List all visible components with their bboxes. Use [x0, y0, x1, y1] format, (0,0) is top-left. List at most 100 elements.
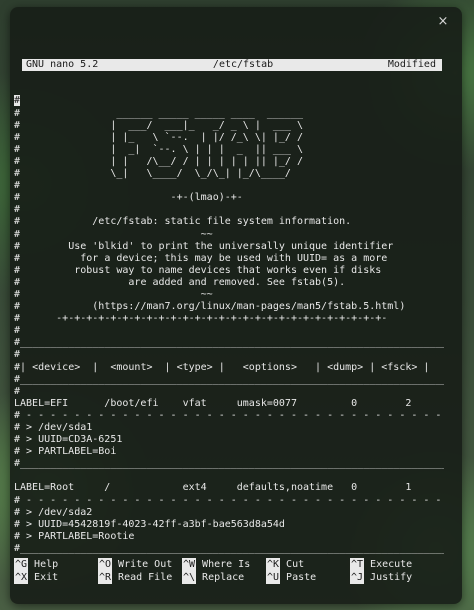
- shortcut-paste[interactable]: ^U Paste: [266, 571, 350, 584]
- text-line: # | |_ \ `--. | |/ /_\ \| |_/ /: [14, 132, 444, 144]
- text-line: # -+-+-+-+-+-+-+-+-+-+-+-+-+-+-+-+-+-+-+…: [14, 313, 444, 325]
- line-text: | <device> | <mount> | <type> | <options…: [20, 361, 430, 373]
- nano-version: GNU nano 5.2: [26, 59, 99, 71]
- shortcut-write-out[interactable]: ^O Write Out: [98, 558, 182, 571]
- fstab-entry-line: #_______________________________________…: [14, 458, 444, 470]
- text-line: # -+-(lmao)-+-: [14, 192, 444, 204]
- text-line: # ~~: [14, 289, 444, 301]
- shortcut-label: Write Out: [118, 559, 173, 570]
- line-text: for a device; this may be used with UUID…: [20, 252, 388, 264]
- shortcut-label: Cut: [286, 559, 305, 570]
- fstab-entry-line: # > UUID=CD3A-6251: [14, 434, 123, 446]
- line-text: are added and removed. See fstab(5).: [20, 276, 346, 288]
- shortcut-label: Where Is: [202, 559, 251, 570]
- line-text: ________________________________________…: [20, 373, 444, 385]
- shortcut-justify[interactable]: ^J Justify: [350, 571, 434, 584]
- line-text: ________________________________________…: [20, 337, 444, 349]
- fstab-entry-line: [14, 470, 444, 482]
- text-line: # for a device; this may be used with UU…: [14, 253, 444, 265]
- shortcut-key: ^O: [98, 558, 113, 571]
- shortcut-key: ^R: [98, 571, 113, 584]
- text-line: #_______________________________________…: [14, 337, 444, 349]
- fstab-entry-line: #_______________________________________…: [14, 542, 444, 554]
- shortcut-row: ^G Help ^O Write Out ^W Where Is ^K Cut ^T Execut…: [14, 558, 444, 571]
- text-line: # robust way to name devices that works …: [14, 265, 444, 277]
- shortcut-key: ^T: [350, 558, 365, 571]
- text-line: #: [14, 204, 444, 216]
- fstab-entry-line: # - - - - - - - - - - - - - - - - - - - …: [14, 494, 442, 506]
- file-content[interactable]: # # ______ _____ _____ ____ ______ # | ___…: [14, 95, 444, 567]
- text-line: #| <device> | <mount> | <type> | <option…: [14, 362, 444, 374]
- shortcut-replace[interactable]: ^\ Replace: [182, 571, 266, 584]
- text-line: # \_| \____/ \_/\_| |_/\____/: [14, 168, 444, 180]
- shortcut-key: ^U: [266, 571, 281, 584]
- comment-gutter: #: [14, 385, 21, 397]
- text-line: # Use 'blkid' to print the universally u…: [14, 241, 444, 253]
- line-text: ~~: [20, 228, 213, 240]
- text-line: #: [14, 386, 444, 398]
- line-text: (https://man7.org/linux/man-pages/man5/f…: [20, 301, 406, 313]
- text-line: # ______ _____ _____ ____ ______: [14, 108, 444, 120]
- nano-editor[interactable]: GNU nano 5.2 /etc/fstab Modified # # ____…: [14, 35, 444, 579]
- text-line: #_______________________________________…: [14, 374, 444, 386]
- line-text: robust way to name devices that works ev…: [20, 264, 382, 276]
- shortcut-where-is[interactable]: ^W Where Is: [182, 558, 266, 571]
- text-line: #: [14, 180, 444, 192]
- shortcut-label: Exit: [34, 572, 59, 583]
- line-text: | _| `--. \ | | | _ || ___ \: [20, 143, 303, 155]
- shortcut-key: ^J: [350, 571, 365, 584]
- shortcut-label: Paste: [286, 572, 317, 583]
- text-line: # (https://man7.org/linux/man-pages/man5…: [14, 301, 444, 313]
- text-line: # are added and removed. See fstab(5).: [14, 277, 444, 289]
- shortcut-exit[interactable]: ^X Exit: [14, 571, 98, 584]
- fstab-entry-line: # > /dev/sda2: [14, 506, 93, 518]
- shortcut-label: Replace: [202, 572, 245, 583]
- comment-gutter: #: [14, 325, 21, 337]
- shortcut-label: Execute: [370, 559, 413, 570]
- shortcut-cut[interactable]: ^K Cut: [266, 558, 350, 571]
- comment-gutter: #: [14, 95, 21, 107]
- fstab-entry-line: LABEL=EFI /boot/efi vfat umask=0077 0 2: [14, 397, 412, 409]
- window-titlebar[interactable]: ×: [10, 7, 462, 37]
- fstab-entry-line: # > /dev/sda1: [14, 422, 93, 433]
- fstab-entry-line: # > PARTLABEL=Boi: [14, 446, 117, 458]
- text-line: # | | /\__/ / | | | | | || |_/ /: [14, 156, 444, 168]
- shortcut-row: ^X Exit ^R Read File ^\ Replace ^U Paste ^J Justi…: [14, 571, 444, 584]
- comment-gutter: #: [14, 349, 21, 361]
- text-line: # ~~: [14, 229, 444, 241]
- file-name: /etc/fstab: [212, 59, 274, 71]
- shortcut-key: ^X: [14, 571, 29, 584]
- shortcut-label: Help: [34, 559, 59, 570]
- nano-header-bar: GNU nano 5.2 /etc/fstab Modified: [22, 59, 442, 72]
- shortcut-read-file[interactable]: ^R Read File: [98, 571, 182, 584]
- fstab-entry-line: # > PARTLABEL=Rootie: [14, 530, 135, 542]
- comment-gutter: #: [14, 204, 21, 216]
- comment-gutter: #: [14, 180, 21, 192]
- line-text: | ___/ ___|_ _/ _ \ | ___ \: [20, 119, 303, 131]
- modified-status: Modified: [387, 59, 436, 71]
- shortcut-help[interactable]: ^G Help: [14, 558, 98, 571]
- line-text: -+-+-+-+-+-+-+-+-+-+-+-+-+-+-+-+-+-+-+-+…: [20, 313, 388, 325]
- line-text: \_| \____/ \_/\_| |_/\____/: [20, 168, 291, 180]
- shortcut-key: ^\: [182, 571, 197, 584]
- line-text: ______ _____ _____ ____ ______: [20, 107, 303, 119]
- shortcut-key: ^G: [14, 558, 29, 571]
- text-line: #: [14, 95, 444, 107]
- fstab-entry-line: # - - - - - - - - - - - - - - - - - - - …: [14, 409, 442, 421]
- text-line: #: [14, 325, 444, 337]
- text-line: # | _| `--. \ | | | _ || ___ \: [14, 144, 444, 156]
- line-text: | |_ \ `--. | |/ /_\ \| |_/ /: [20, 131, 303, 143]
- line-text: /etc/fstab: static file system informati…: [20, 216, 352, 228]
- shortcut-key: ^K: [266, 558, 281, 571]
- line-text: ~~: [20, 288, 213, 300]
- shortcut-key: ^W: [182, 558, 197, 571]
- shortcut-label: Read File: [118, 572, 173, 583]
- text-line: #: [14, 349, 444, 361]
- fstab-entry-line: LABEL=Root / ext4 defaults,noatime 0 1: [14, 482, 412, 494]
- shortcut-execute[interactable]: ^T Execute: [350, 558, 434, 571]
- line-text: | | /\__/ / | | | | | || |_/ /: [20, 155, 303, 167]
- close-icon[interactable]: ×: [434, 13, 452, 31]
- line-text: Use 'blkid' to print the universally uni…: [20, 240, 394, 252]
- shortcut-bar: ^G Help ^O Write Out ^W Where Is ^K Cut ^T Execut…: [14, 558, 444, 584]
- shortcut-label: Justify: [370, 572, 413, 583]
